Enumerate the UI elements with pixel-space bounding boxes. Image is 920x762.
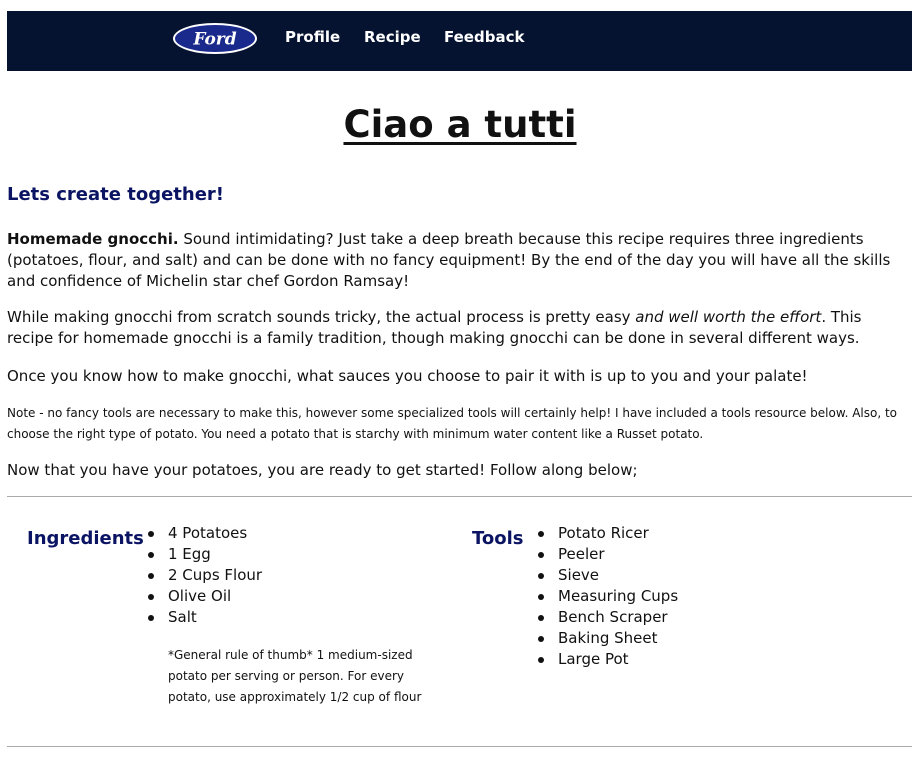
list-item: Sieve xyxy=(538,565,678,586)
list-item: Large Pot xyxy=(538,649,678,670)
list-item: Measuring Cups xyxy=(538,586,678,607)
nav-link-feedback[interactable]: Feedback xyxy=(444,28,524,46)
intro-paragraph: Homemade gnocchi. Sound intimidating? Ju… xyxy=(7,229,907,292)
list-item: Bench Scraper xyxy=(538,607,678,628)
note-paragraph: Note - no fancy tools are necessary to m… xyxy=(7,406,898,441)
sauce-paragraph: Once you know how to make gnocchi, what … xyxy=(7,367,808,385)
svg-text:Ford: Ford xyxy=(192,30,236,50)
process-paragraph: While making gnocchi from scratch sounds… xyxy=(7,307,907,349)
list-item: 2 Cups Flour xyxy=(148,565,262,586)
ingredients-heading: Ingredients xyxy=(27,528,144,549)
ingredients-tip: *General rule of thumb* 1 medium-sized p… xyxy=(168,648,422,704)
list-item: Peeler xyxy=(538,544,678,565)
nav-link-recipe[interactable]: Recipe xyxy=(364,28,421,46)
intro-bold-text: Homemade gnocchi. xyxy=(7,230,179,248)
tools-heading: Tools xyxy=(472,528,524,549)
list-item: Baking Sheet xyxy=(538,628,678,649)
ingredients-list: 4 Potatoes 1 Egg 2 Cups Flour Olive Oil … xyxy=(148,523,262,628)
tools-list: Potato Ricer Peeler Sieve Measuring Cups… xyxy=(538,523,678,670)
list-item: 1 Egg xyxy=(148,544,262,565)
page-title: Ciao a tutti xyxy=(343,103,577,146)
section-subtitle: Lets create together! xyxy=(7,184,225,205)
list-item: Olive Oil xyxy=(148,586,262,607)
list-item: Salt xyxy=(148,607,262,628)
list-item: 4 Potatoes xyxy=(148,523,262,544)
ford-logo-icon[interactable]: Ford xyxy=(172,22,258,55)
nav-link-profile[interactable]: Profile xyxy=(285,28,340,46)
process-emphasis: and well worth the effort xyxy=(635,308,822,326)
divider xyxy=(7,496,912,497)
list-item: Potato Ricer xyxy=(538,523,678,544)
get-started-paragraph: Now that you have your potatoes, you are… xyxy=(7,461,638,479)
divider xyxy=(7,746,912,747)
top-navbar: Ford Profile Recipe Feedback xyxy=(7,11,912,71)
process-text-a: While making gnocchi from scratch sounds… xyxy=(7,308,636,326)
